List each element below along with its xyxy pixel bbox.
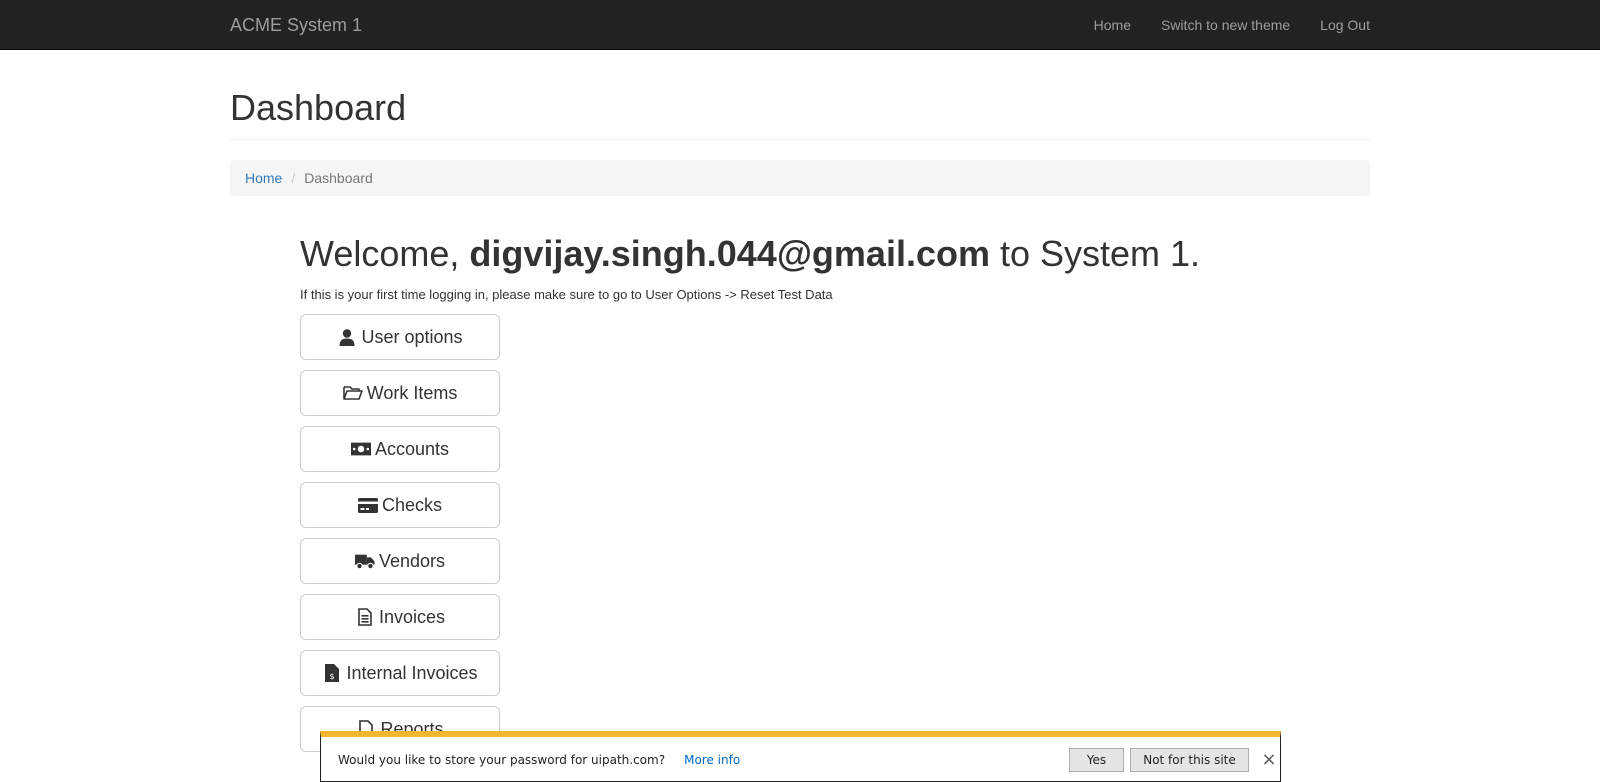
breadcrumb-separator: /: [291, 170, 296, 186]
first-login-hint: If this is your first time logging in, p…: [300, 287, 833, 302]
more-info-link[interactable]: More info: [684, 753, 740, 767]
money-icon: [350, 439, 371, 459]
breadcrumb: Home / Dashboard: [230, 160, 1370, 196]
invoices-button[interactable]: Invoices: [300, 594, 500, 640]
welcome-suffix: to System 1.: [989, 233, 1201, 274]
checks-button[interactable]: Checks: [300, 482, 500, 528]
accounts-label: Accounts: [374, 438, 450, 459]
breadcrumb-home-link[interactable]: Home: [245, 170, 282, 186]
nav-switch-theme-link[interactable]: Switch to new theme: [1161, 17, 1290, 33]
dashboard-menu: User options Work Items Accounts Checks …: [300, 314, 500, 762]
work-items-button[interactable]: Work Items: [300, 370, 500, 416]
user-icon: [337, 327, 357, 347]
save-password-text: Would you like to store your password fo…: [338, 752, 666, 767]
save-password-yes-button[interactable]: Yes: [1069, 748, 1124, 772]
page-header: Dashboard: [230, 86, 1370, 141]
breadcrumb-current: Dashboard: [304, 170, 373, 186]
internal-invoices-label: Internal Invoices: [346, 662, 478, 683]
welcome-prefix: Welcome,: [300, 233, 470, 274]
work-items-label: Work Items: [366, 382, 458, 403]
folder-open-icon: [342, 383, 363, 403]
internal-invoices-button[interactable]: $ Internal Invoices: [300, 650, 500, 696]
save-password-bar: Would you like to store your password fo…: [320, 731, 1281, 782]
save-password-message: Would you like to store your password fo…: [338, 737, 740, 782]
top-navbar: ACME System 1 Home Switch to new theme L…: [0, 0, 1600, 50]
nav-logout-link[interactable]: Log Out: [1320, 17, 1370, 33]
file-invoice-dollar-icon: $: [322, 663, 342, 683]
user-options-label: User options: [361, 326, 463, 347]
navbar-links: Home Switch to new theme Log Out: [1064, 0, 1370, 50]
vendors-label: Vendors: [378, 550, 446, 571]
not-for-this-site-button[interactable]: Not for this site: [1130, 748, 1249, 772]
truck-icon: [354, 551, 375, 571]
nav-home-link[interactable]: Home: [1094, 17, 1131, 33]
credit-card-icon: [357, 495, 378, 515]
svg-text:$: $: [330, 672, 335, 681]
vendors-button[interactable]: Vendors: [300, 538, 500, 584]
welcome-heading: Welcome, digvijay.singh.044@gmail.com to…: [300, 232, 1200, 276]
page-title: Dashboard: [230, 87, 407, 128]
checks-label: Checks: [381, 494, 443, 515]
user-options-button[interactable]: User options: [300, 314, 500, 360]
close-icon[interactable]: ×: [1261, 749, 1277, 770]
file-text-icon: [355, 607, 375, 627]
welcome-email: digvijay.singh.044@gmail.com: [469, 233, 990, 274]
accounts-button[interactable]: Accounts: [300, 426, 500, 472]
brand-link[interactable]: ACME System 1: [230, 0, 362, 50]
invoices-label: Invoices: [378, 606, 446, 627]
